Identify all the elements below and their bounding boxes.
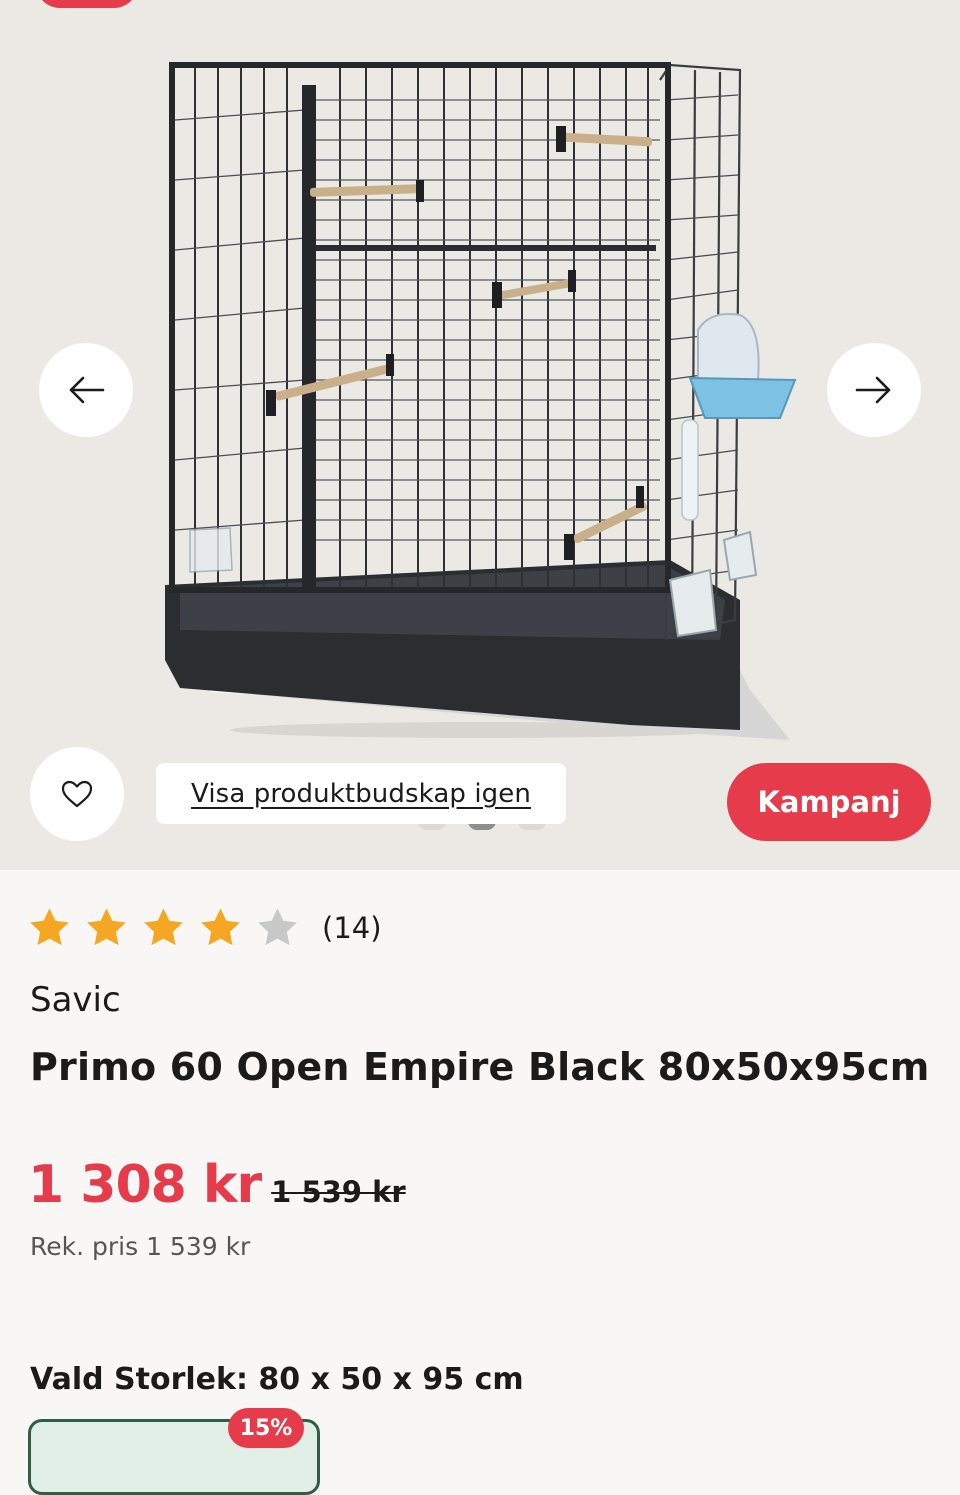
campaign-badge[interactable]: Kampanj (727, 763, 931, 841)
show-product-message-label: Visa produktbudskap igen (191, 778, 531, 809)
top-badge (36, 0, 138, 8)
previous-image-button[interactable] (39, 343, 133, 437)
price-row: 1 308 kr 1 539 kr (28, 1155, 406, 1215)
star-icon (201, 908, 240, 946)
product-title: Primo 60 Open Empire Black 80x50x95cm (30, 1045, 930, 1089)
show-product-message-button[interactable]: Visa produktbudskap igen (156, 763, 566, 824)
old-price: 1 539 kr (271, 1175, 406, 1209)
product-gallery[interactable]: Visa produktbudskap igen Kampanj (0, 0, 960, 870)
star-icon (144, 908, 183, 946)
discount-badge: 15% (228, 1408, 304, 1448)
star-icon-empty (258, 908, 297, 946)
selected-size-label: Vald Storlek: 80 x 50 x 95 cm (30, 1362, 524, 1397)
star-icon (87, 908, 126, 946)
star-icon (30, 908, 69, 946)
next-image-button[interactable] (827, 343, 921, 437)
heart-icon (61, 780, 93, 808)
current-price: 1 308 kr (28, 1155, 262, 1215)
product-rating[interactable]: (14) (27, 905, 382, 950)
review-count[interactable]: (14) (322, 911, 382, 945)
favorite-button[interactable] (30, 747, 124, 841)
product-image (165, 62, 797, 740)
recommended-price: Rek. pris 1 539 kr (30, 1232, 251, 1261)
arrow-right-icon (855, 376, 891, 404)
arrow-left-icon (69, 376, 105, 404)
product-brand[interactable]: Savic (30, 980, 121, 1020)
